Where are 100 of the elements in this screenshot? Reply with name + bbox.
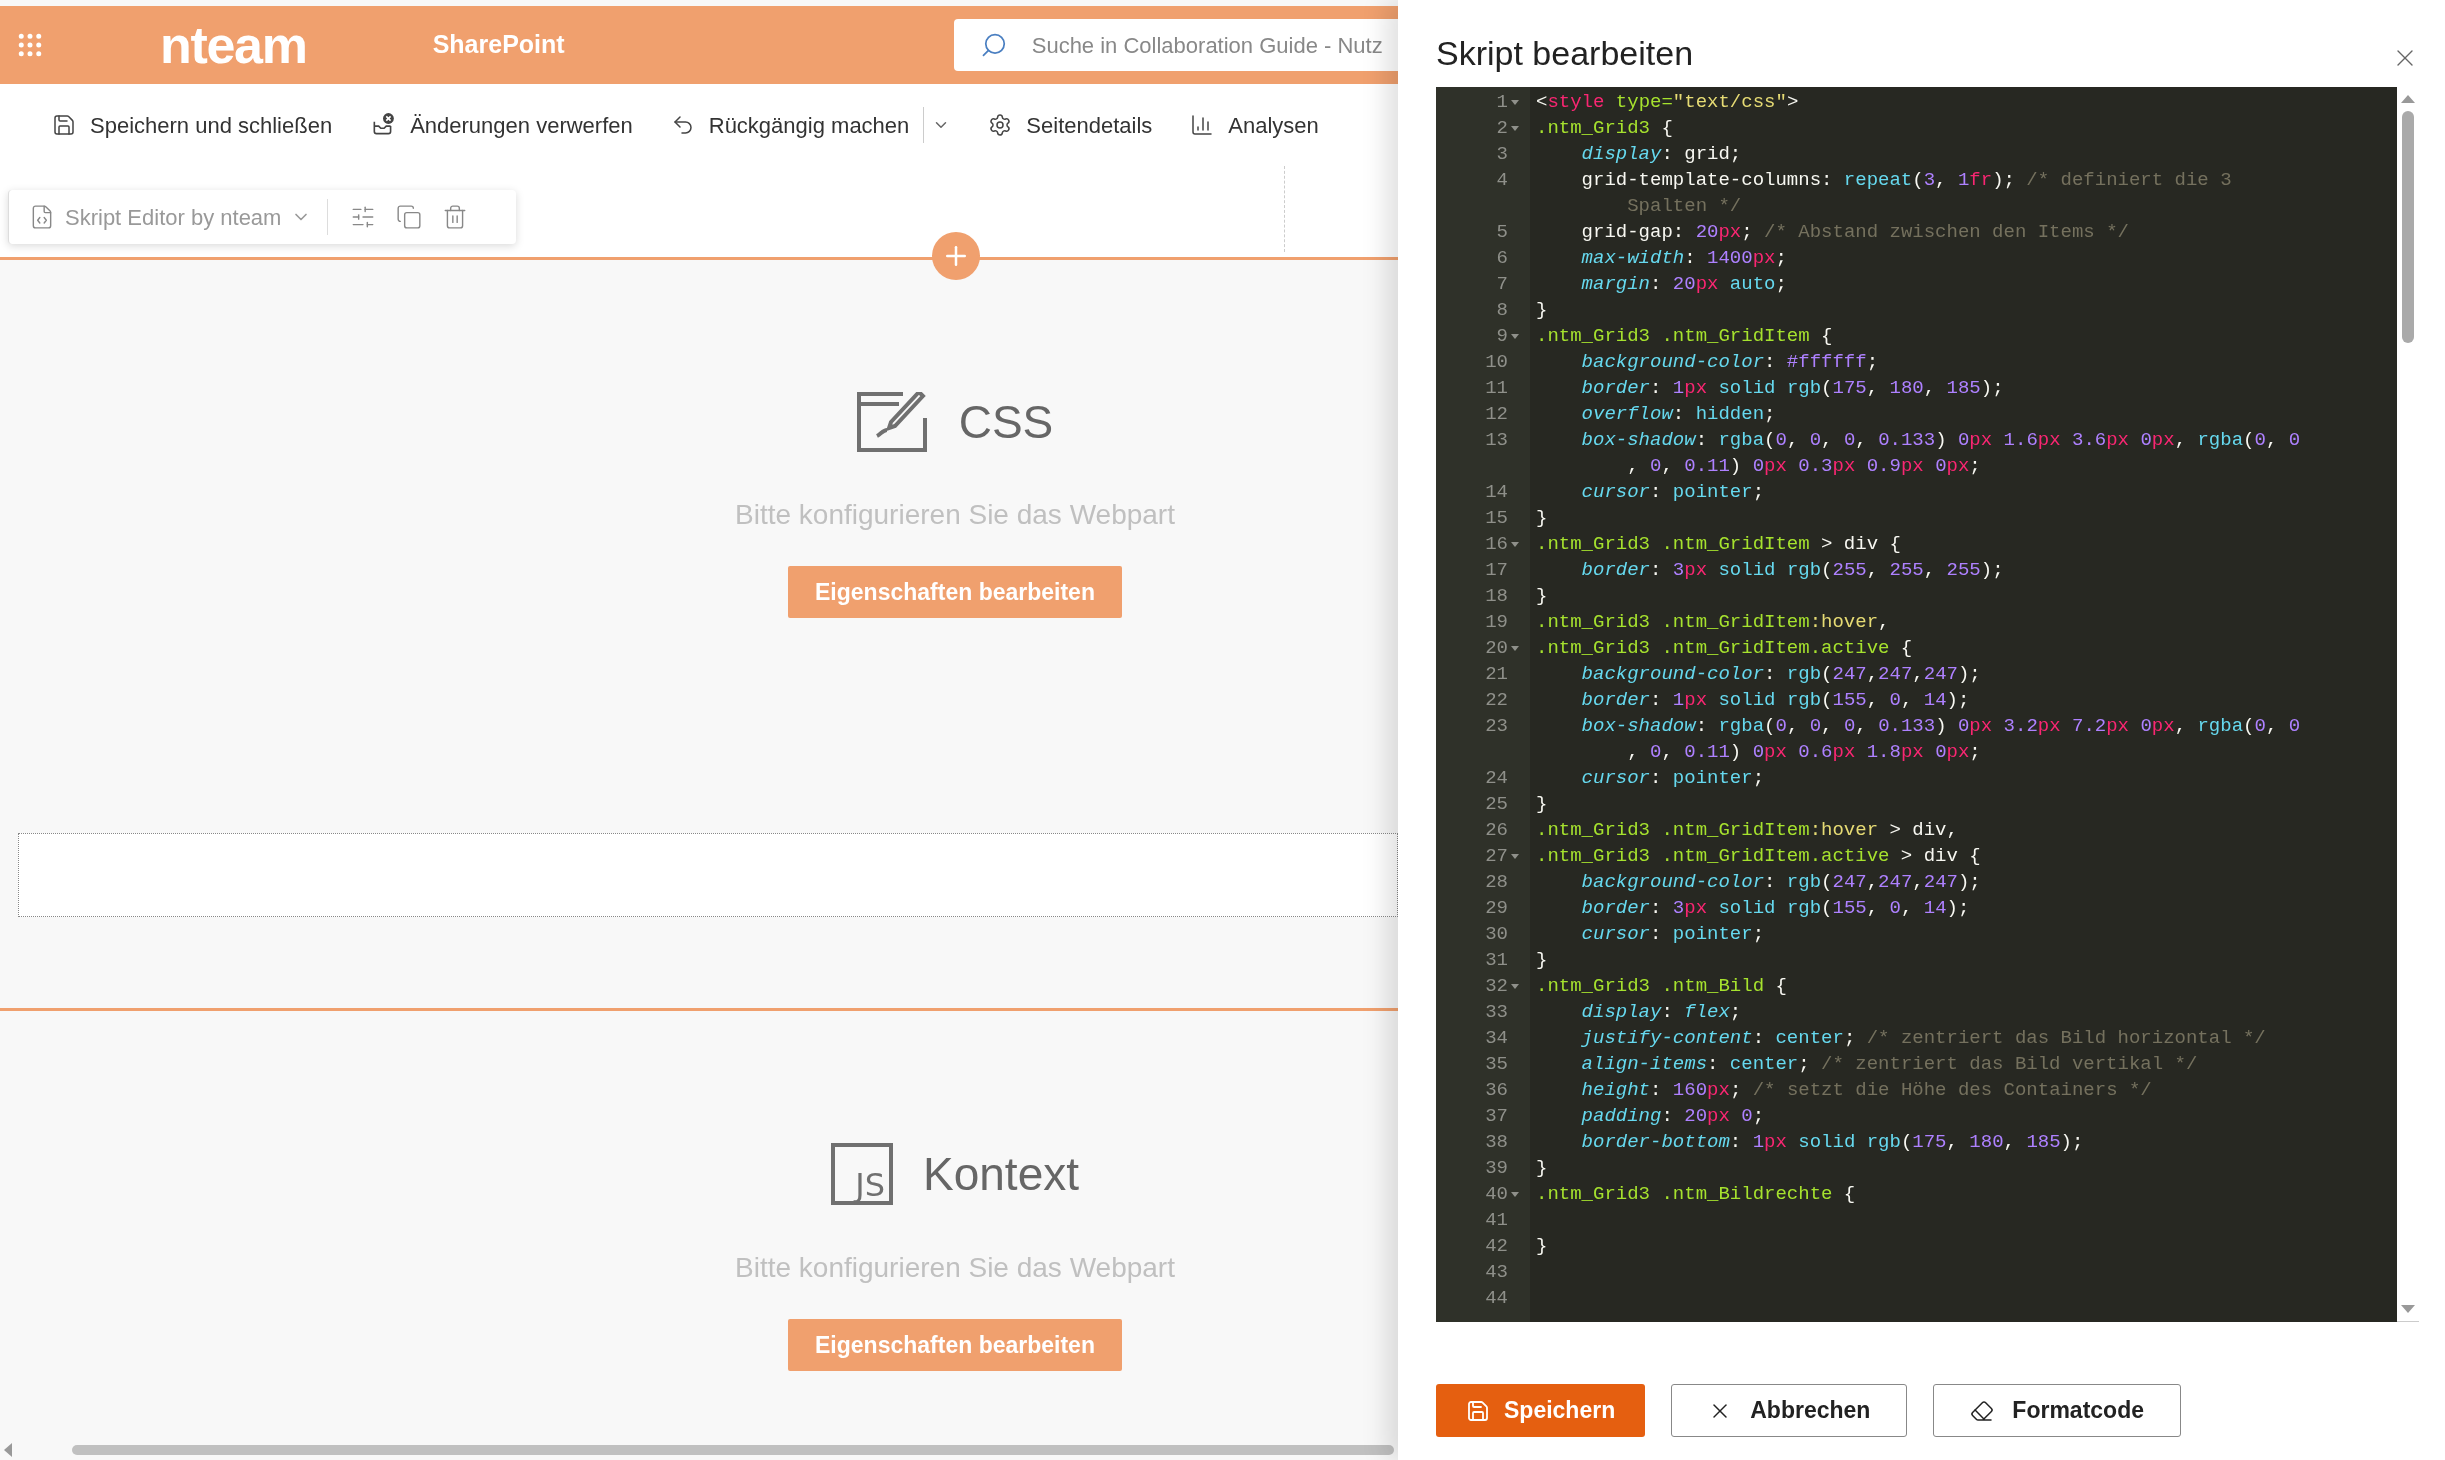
line-number: 9 — [1496, 324, 1508, 349]
code-line: .ntm_Grid3 .ntm_GridItem > div { — [1536, 533, 1901, 555]
line-number: 40 — [1485, 1182, 1508, 1207]
webpart-title: Kontext — [923, 1151, 1079, 1197]
chart-icon — [1190, 113, 1215, 137]
code-line: Spalten */ — [1626, 195, 1742, 217]
fold-arrow-icon[interactable] — [1511, 99, 1519, 105]
line-number: 11 — [1485, 376, 1508, 401]
line-number: 38 — [1485, 1130, 1508, 1155]
line-number: 14 — [1485, 480, 1508, 505]
line-number: 42 — [1485, 1234, 1508, 1259]
command-button[interactable]: Rückgängig machen — [670, 108, 910, 142]
code-line: box-shadow: rgba(0, 0, 0, 0.133) 0px 3.2px 7.2px 0px, rgba(0, 0 — [1580, 715, 2301, 737]
line-number: 5 — [1496, 220, 1508, 245]
command-button[interactable]: Seitendetails — [988, 108, 1153, 142]
webpart-message: Bitte konfigurieren Sie das Webpart — [735, 1251, 1175, 1285]
code-line: .ntm_Grid3 .ntm_GridItem:hover > div, — [1536, 819, 1958, 841]
line-number: 1 — [1496, 90, 1508, 115]
line-number: 12 — [1485, 402, 1508, 427]
code-line: border: 3px solid rgb(255, 255, 255); — [1580, 559, 2004, 581]
line-number: 33 — [1485, 1000, 1508, 1025]
search-field[interactable]: Suche in Collaboration Guide - Nutz — [1031, 28, 1398, 62]
code-line: border: 1px solid rgb(175, 180, 185); — [1580, 377, 2004, 399]
js-icon: JS — [831, 1143, 893, 1205]
line-number: 10 — [1485, 350, 1508, 375]
scroll-down-icon — [2401, 1305, 2415, 1313]
line-number: 6 — [1496, 246, 1508, 271]
panel-button[interactable]: Speichern — [1436, 1384, 1646, 1437]
fold-arrow-icon[interactable] — [1511, 645, 1519, 651]
code-line: background-color: rgb(247,247,247); — [1580, 663, 1981, 685]
fold-arrow-icon[interactable] — [1511, 853, 1519, 859]
scroll-up-icon — [2401, 95, 2415, 103]
line-number: 27 — [1485, 844, 1508, 869]
line-number: 4 — [1496, 168, 1508, 193]
code-line: grid-template-columns: repeat(3, 1fr); /* definiert die 3 — [1580, 169, 2232, 191]
code-line: , 0, 0.11) 0px 0.6px 1.8px 0px; — [1626, 741, 1981, 763]
line-number: 16 — [1485, 532, 1508, 557]
copy-icon — [396, 204, 423, 230]
code-line: .ntm_Grid3 { — [1536, 117, 1673, 139]
fold-arrow-icon[interactable] — [1511, 1191, 1519, 1197]
line-number: 39 — [1485, 1156, 1508, 1181]
scrollbar-thumb[interactable] — [2402, 111, 2414, 343]
line-number: 25 — [1485, 792, 1508, 817]
fold-arrow-icon[interactable] — [1511, 333, 1519, 339]
search-icon — [980, 31, 1008, 59]
edit-page-icon — [856, 392, 929, 452]
site-name: SharePoint — [432, 29, 565, 61]
panel-button[interactable]: Abbrechen — [1671, 1384, 1908, 1437]
line-number: 19 — [1485, 610, 1508, 635]
code-line: , 0, 0.11) 0px 0.3px 0.9px 0px; — [1626, 455, 1981, 477]
code-line: cursor: pointer; — [1580, 767, 1765, 789]
code-line: cursor: pointer; — [1580, 481, 1765, 503]
code-line: } — [1536, 585, 1548, 607]
command-button[interactable]: Analysen — [1190, 108, 1319, 142]
line-number: 37 — [1485, 1104, 1508, 1129]
horizontal-scrollbar[interactable] — [72, 1445, 1394, 1455]
line-number: 29 — [1485, 896, 1508, 921]
code-line: } — [1536, 1235, 1548, 1257]
line-number: 26 — [1485, 818, 1508, 843]
line-number: 44 — [1485, 1286, 1508, 1311]
line-number: 23 — [1485, 714, 1508, 739]
command-button[interactable]: Speichern und schließen — [52, 108, 333, 142]
panel-button[interactable]: Formatcode — [1933, 1384, 2181, 1437]
line-number: 13 — [1485, 428, 1508, 453]
fold-arrow-icon[interactable] — [1511, 983, 1519, 989]
code-line: } — [1536, 1157, 1548, 1179]
fold-arrow-icon[interactable] — [1511, 541, 1519, 547]
code-line: border: 1px solid rgb(155, 0, 14); — [1580, 689, 1970, 711]
code-line: box-shadow: rgba(0, 0, 0, 0.133) 0px 1.6px 3.6px 0px, rgba(0, 0 — [1580, 429, 2301, 451]
code-line: justify-content: center; /* zentriert das Bild horizontal */ — [1580, 1027, 2266, 1049]
webpart-title: CSS — [958, 399, 1054, 445]
line-number: 35 — [1485, 1052, 1508, 1077]
line-number: 31 — [1485, 948, 1508, 973]
line-number: 18 — [1485, 584, 1508, 609]
code-line: .ntm_Grid3 .ntm_Bild { — [1536, 975, 1787, 997]
fold-arrow-icon[interactable] — [1511, 125, 1519, 131]
code-line: align-items: center; /* zentriert das Bild vertikal */ — [1580, 1053, 2198, 1075]
code-line: .ntm_Grid3 .ntm_Bildrechte { — [1536, 1183, 1856, 1205]
line-number: 24 — [1485, 766, 1508, 791]
line-number: 32 — [1485, 974, 1508, 999]
code-line: border: 3px solid rgb(155, 0, 14); — [1580, 897, 1970, 919]
code-line: border-bottom: 1px solid rgb(175, 180, 185); — [1580, 1131, 2084, 1153]
code-line: .ntm_Grid3 .ntm_GridItem.active > div { — [1536, 845, 1981, 867]
search-box[interactable]: Suche in Collaboration Guide - Nutz — [954, 19, 1398, 71]
code-line: .ntm_Grid3 .ntm_GridItem.active { — [1536, 637, 1913, 659]
line-number: 15 — [1485, 506, 1508, 531]
code-line: <style type="text/css"> — [1536, 91, 1799, 113]
code-line: background-color: rgb(247,247,247); — [1580, 871, 1981, 893]
code-line: cursor: pointer; — [1580, 923, 1765, 945]
line-number: 41 — [1485, 1208, 1508, 1233]
code-line: } — [1536, 793, 1548, 815]
scroll-left-icon — [4, 1443, 12, 1457]
code-editor[interactable] — [1436, 87, 2397, 1322]
command-button[interactable]: Änderungen verwerfen — [370, 108, 633, 142]
code-line: } — [1536, 507, 1548, 529]
code-line: grid-gap: 20px; /* Abstand zwischen den Items */ — [1580, 221, 2129, 243]
code-line: background-color: #ffffff; — [1580, 351, 1879, 373]
line-number: 43 — [1485, 1260, 1508, 1285]
line-number: 22 — [1485, 688, 1508, 713]
line-number: 30 — [1485, 922, 1508, 947]
